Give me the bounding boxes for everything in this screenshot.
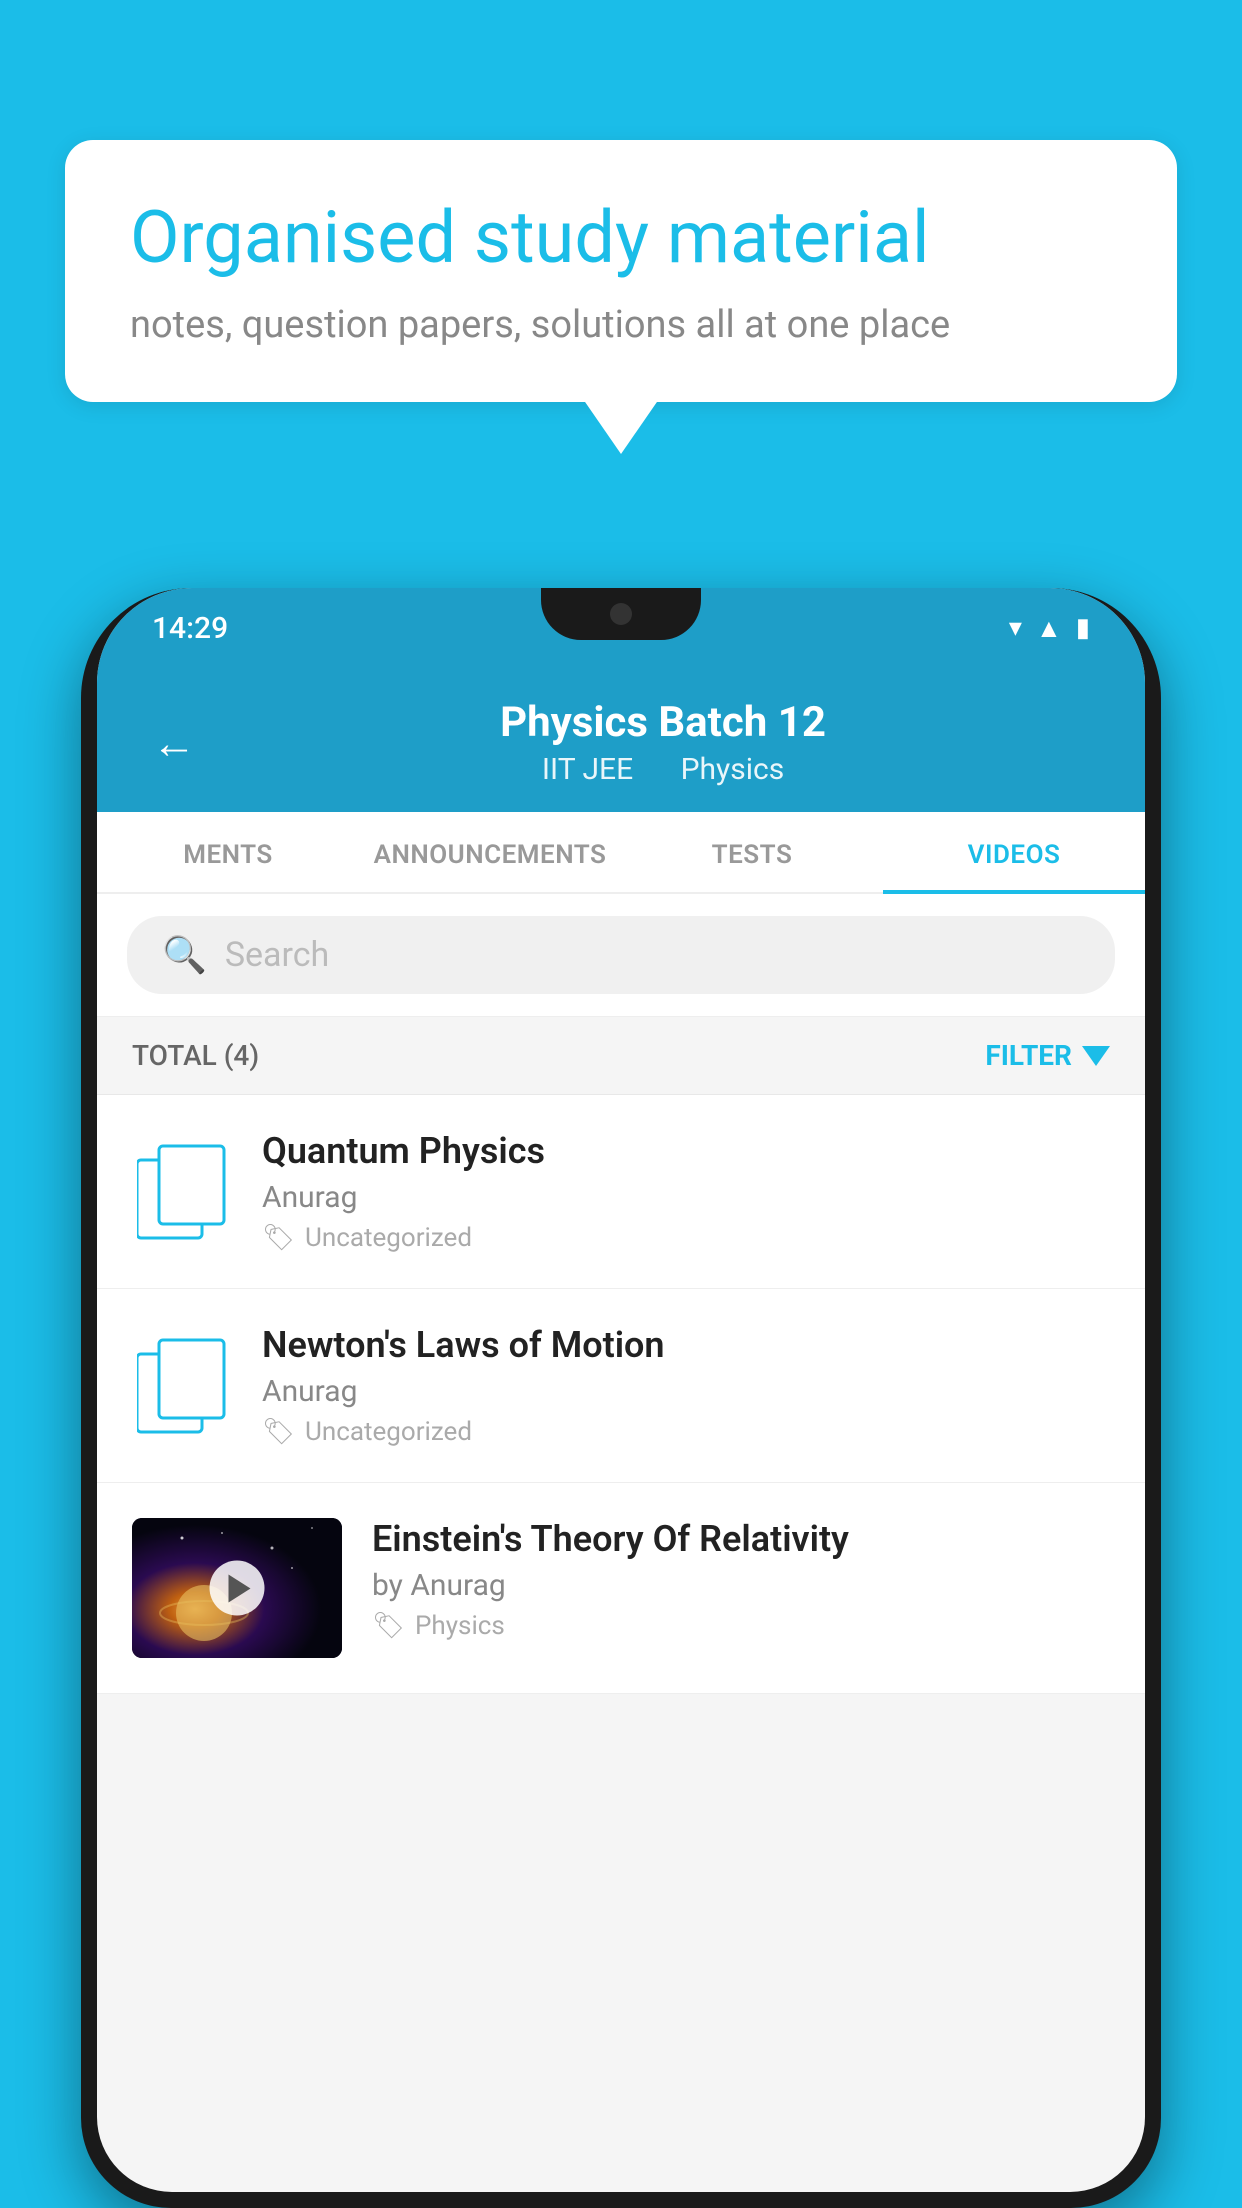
search-bar-wrapper: 🔍 Search — [97, 894, 1145, 1017]
thumbnail-wrap — [132, 1518, 342, 1658]
tag-label: Uncategorized — [305, 1223, 472, 1253]
item-author: Anurag — [262, 1180, 1110, 1215]
filter-row: TOTAL (4) FILTER — [97, 1017, 1145, 1095]
item-info: Quantum Physics Anurag 🏷 Uncategorized — [262, 1130, 1110, 1253]
camera-dot — [610, 603, 632, 625]
content-list: Quantum Physics Anurag 🏷 Uncategorized — [97, 1095, 1145, 1694]
header-title: Physics Batch 12 — [236, 698, 1090, 747]
item-info: Newton's Laws of Motion Anurag 🏷 Uncateg… — [262, 1324, 1110, 1447]
play-button[interactable] — [210, 1561, 265, 1616]
wifi-icon: ▾ — [1009, 613, 1022, 643]
bubble-title: Organised study material — [130, 195, 1112, 281]
header-subtitle-part2: Physics — [681, 752, 785, 787]
phone-frame: 14:29 ▾ ▲ ▮ ← Physics Batch 12 IIT JEE P… — [81, 588, 1161, 2208]
app-header: ← Physics Batch 12 IIT JEE Physics — [97, 668, 1145, 812]
tag-icon: 🏷 — [372, 1611, 405, 1641]
total-count-label: TOTAL (4) — [132, 1039, 259, 1072]
back-button[interactable]: ← — [152, 717, 196, 769]
item-title: Newton's Laws of Motion — [262, 1324, 1110, 1366]
tab-videos[interactable]: VIDEOS — [883, 812, 1145, 892]
filter-label: FILTER — [985, 1039, 1072, 1072]
status-time: 14:29 — [152, 611, 228, 646]
item-tag: 🏷 Uncategorized — [262, 1223, 1110, 1253]
header-subtitle: IIT JEE Physics — [236, 752, 1090, 787]
tab-announcements[interactable]: ANNOUNCEMENTS — [359, 812, 621, 892]
bubble-subtitle: notes, question papers, solutions all at… — [130, 303, 1112, 347]
item-author: Anurag — [262, 1374, 1110, 1409]
search-bar[interactable]: 🔍 Search — [127, 916, 1115, 994]
item-icon-wrap — [132, 1137, 232, 1247]
play-icon — [228, 1574, 250, 1602]
search-placeholder-text: Search — [225, 935, 329, 975]
tag-icon: 🏷 — [262, 1223, 295, 1253]
video-author: by Anurag — [372, 1568, 1110, 1603]
battery-icon: ▮ — [1076, 613, 1090, 643]
speech-bubble-wrapper: Organised study material notes, question… — [65, 140, 1177, 402]
filter-icon — [1082, 1046, 1110, 1066]
file-icon — [137, 1336, 227, 1436]
filter-button[interactable]: FILTER — [985, 1039, 1110, 1072]
search-icon: 🔍 — [162, 934, 207, 976]
tab-ments[interactable]: MENTS — [97, 812, 359, 892]
tag-label: Physics — [415, 1611, 505, 1641]
file-icon — [137, 1142, 227, 1242]
speech-bubble: Organised study material notes, question… — [65, 140, 1177, 402]
signal-icon: ▲ — [1036, 613, 1062, 644]
list-item[interactable]: Newton's Laws of Motion Anurag 🏷 Uncateg… — [97, 1289, 1145, 1483]
tag-label: Uncategorized — [305, 1417, 472, 1447]
header-title-block: Physics Batch 12 IIT JEE Physics — [236, 698, 1090, 787]
tabs-bar: MENTS ANNOUNCEMENTS TESTS VIDEOS — [97, 812, 1145, 894]
header-subtitle-part1: IIT JEE — [542, 752, 633, 787]
list-item[interactable]: Quantum Physics Anurag 🏷 Uncategorized — [97, 1095, 1145, 1289]
video-tag: 🏷 Physics — [372, 1611, 1110, 1641]
tab-tests[interactable]: TESTS — [621, 812, 883, 892]
list-item-thumbnail[interactable]: Einstein's Theory Of Relativity by Anura… — [97, 1483, 1145, 1694]
status-icons: ▾ ▲ ▮ — [1009, 613, 1090, 644]
video-title: Einstein's Theory Of Relativity — [372, 1518, 1110, 1560]
thumbnail-info: Einstein's Theory Of Relativity by Anura… — [372, 1518, 1110, 1641]
status-bar: 14:29 ▾ ▲ ▮ — [97, 588, 1145, 668]
tag-icon: 🏷 — [262, 1417, 295, 1447]
item-title: Quantum Physics — [262, 1130, 1110, 1172]
item-tag: 🏷 Uncategorized — [262, 1417, 1110, 1447]
item-icon-wrap — [132, 1331, 232, 1441]
notch — [541, 588, 701, 640]
phone-screen: 14:29 ▾ ▲ ▮ ← Physics Batch 12 IIT JEE P… — [97, 588, 1145, 2192]
